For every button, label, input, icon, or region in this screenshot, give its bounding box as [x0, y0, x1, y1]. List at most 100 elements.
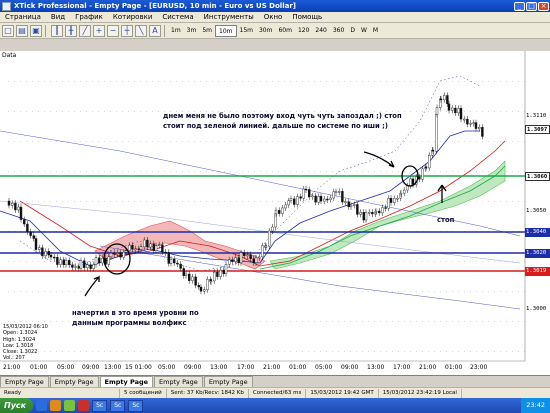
grid-dot — [458, 321, 459, 322]
bar-chart-icon[interactable]: ╫ — [65, 24, 77, 37]
timeframe-w[interactable]: W — [358, 25, 370, 37]
price-label: 1.3110 — [526, 113, 547, 119]
menu-chart[interactable]: График — [70, 13, 108, 21]
candle-chart-icon[interactable]: ┃ — [51, 24, 63, 37]
tab-empty-page[interactable]: Empty Page — [0, 376, 49, 387]
time-label: 13:00 — [210, 364, 228, 371]
grid-dot — [248, 141, 249, 142]
grid-dot — [482, 351, 483, 352]
grid-dot — [284, 201, 285, 202]
grid-dot — [92, 291, 93, 292]
menu-view[interactable]: Вид — [46, 13, 70, 21]
save-icon[interactable]: ▣ — [30, 24, 42, 37]
menu-window[interactable]: Окно — [259, 13, 288, 21]
grid-dot — [50, 291, 51, 292]
candle — [389, 198, 393, 203]
open-icon[interactable]: ▤ — [16, 24, 28, 37]
quick-launch-icon[interactable] — [50, 400, 62, 411]
quick-launch-icon[interactable] — [78, 400, 90, 411]
grid-dot — [290, 351, 291, 352]
menu-tools[interactable]: Инструменты — [199, 13, 259, 21]
time-label: 15 01:00 — [125, 364, 152, 371]
menu-help[interactable]: Помощь — [287, 13, 327, 21]
taskbar-button[interactable]: Sc — [110, 399, 126, 412]
timeframe-1m[interactable]: 1m — [168, 25, 184, 37]
text-tool-icon[interactable]: A — [149, 24, 161, 37]
grid-dot — [434, 81, 435, 82]
grid-dot — [506, 321, 507, 322]
taskbar-button[interactable]: Sc — [128, 399, 144, 412]
timeframe-240[interactable]: 240 — [312, 25, 329, 37]
grid-dot — [212, 171, 213, 172]
timeframe-10m[interactable]: 10m — [215, 24, 237, 37]
candle — [304, 188, 308, 191]
timeframe-m[interactable]: M — [370, 25, 381, 37]
grid-dot — [134, 111, 135, 112]
menu-system[interactable]: Система — [157, 13, 198, 21]
crosshair-icon[interactable]: ┼ — [121, 24, 133, 37]
timeframe-15m[interactable]: 15m — [237, 25, 256, 37]
timeframe-120[interactable]: 120 — [295, 25, 312, 37]
grid-dot — [464, 321, 465, 322]
grid-dot — [458, 261, 459, 262]
grid-dot — [458, 291, 459, 292]
chart-panel[interactable]: Data 1.3110 1.3097 1.3060 1.3050 1.3040 … — [0, 51, 550, 375]
maximize-button[interactable]: □ — [526, 1, 537, 11]
line-chart-icon[interactable]: ╱ — [79, 24, 91, 37]
candle — [7, 200, 11, 206]
quick-launch-icon[interactable] — [36, 400, 48, 411]
grid-dot — [80, 141, 81, 142]
start-button[interactable]: Пуск — [0, 398, 34, 413]
grid-dot — [20, 321, 21, 322]
tab-empty-page[interactable]: Empty Page — [49, 376, 99, 387]
taskbar-button[interactable]: Sc — [92, 399, 108, 412]
grid-dot — [488, 141, 489, 142]
status-messages[interactable]: 5 сообщений — [120, 388, 167, 398]
new-page-icon[interactable]: □ — [2, 24, 14, 37]
grid-dot — [188, 351, 189, 352]
timeframe-5m[interactable]: 5m — [199, 25, 215, 37]
grid-dot — [422, 201, 423, 202]
timeframe-60m[interactable]: 60m — [275, 25, 294, 37]
grid-dot — [434, 321, 435, 322]
grid-dot — [476, 351, 477, 352]
zoom-in-icon[interactable]: + — [93, 24, 105, 37]
grid-dot — [416, 111, 417, 112]
timeframe-3m[interactable]: 3m — [184, 25, 200, 37]
grid-dot — [128, 351, 129, 352]
trendline-icon[interactable]: ╲ — [135, 24, 147, 37]
grid-dot — [20, 141, 21, 142]
grid-dot — [26, 201, 27, 202]
timeframe-30m[interactable]: 30m — [256, 25, 275, 37]
quick-launch-icon[interactable] — [64, 400, 76, 411]
menu-page[interactable]: Страница — [0, 13, 46, 21]
timeframe-360[interactable]: 360 — [330, 25, 347, 37]
grid-dot — [404, 261, 405, 262]
grid-dot — [350, 291, 351, 292]
grid-dot — [476, 201, 477, 202]
grid-dot — [380, 351, 381, 352]
candle — [323, 198, 326, 202]
minimize-button[interactable]: _ — [514, 1, 525, 11]
annotation-top-line1: днем меня не было поэтому вход чуть чуть… — [163, 112, 402, 120]
menu-quotes[interactable]: Котировки — [108, 13, 158, 21]
grid-dot — [308, 291, 309, 292]
grid-dot — [374, 171, 375, 172]
candle — [274, 210, 278, 214]
timeframe-d[interactable]: D — [347, 25, 358, 37]
tab-empty-page[interactable]: Empty Page — [203, 376, 253, 387]
grid-dot — [500, 351, 501, 352]
grid-dot — [260, 291, 261, 292]
grid-dot — [296, 321, 297, 322]
candle — [281, 207, 284, 214]
grid-dot — [110, 141, 111, 142]
close-button[interactable]: × — [538, 1, 549, 11]
tab-empty-page-active[interactable]: Empty Page — [99, 376, 154, 387]
grid-dot — [332, 81, 333, 82]
grid-dot — [386, 351, 387, 352]
zoom-out-icon[interactable]: − — [107, 24, 119, 37]
tab-empty-page[interactable]: Empty Page — [154, 376, 203, 387]
grid-dot — [302, 321, 303, 322]
grid-dot — [404, 321, 405, 322]
grid-dot — [452, 141, 453, 142]
